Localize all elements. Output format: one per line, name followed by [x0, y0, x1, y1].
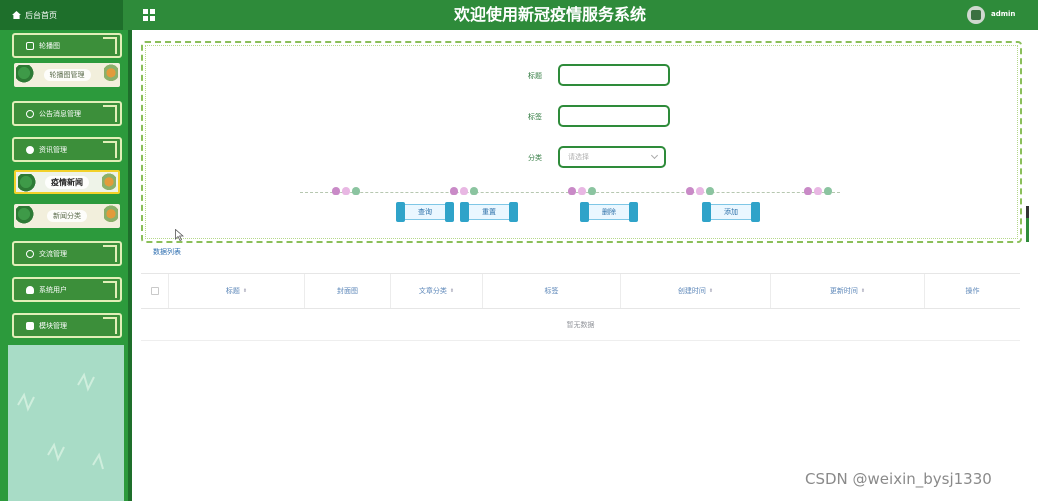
sidebar-decoration — [8, 345, 124, 501]
delete-button[interactable]: 删除 — [580, 202, 638, 222]
sort-icon: ⬍ — [242, 288, 248, 294]
app-title: 欢迎使用新冠疫情服务系统 — [453, 5, 646, 24]
sidebar-item-label: 轮播图管理 — [43, 69, 91, 81]
title-input[interactable] — [558, 64, 670, 86]
select-all-cell — [141, 274, 169, 308]
sidebar-group-news[interactable]: 资讯管理 — [12, 137, 122, 162]
sidebar-group-label: 轮播图 — [39, 41, 60, 50]
column-header-tag: 标签 — [483, 274, 621, 308]
sort-icon: ⬍ — [708, 288, 714, 294]
chevron-down-icon — [650, 151, 659, 160]
data-table: 标题 ⬍ 封面图 文章分类 ⬍ 标签 创建时间 ⬍ 更新时间 ⬍ 操作 暂无数据 — [141, 273, 1020, 341]
tag-input[interactable] — [558, 105, 670, 127]
sidebar-item-label: 新闻分类 — [47, 210, 87, 222]
category-placeholder: 请选择 — [568, 153, 589, 161]
flower-decoration — [328, 186, 368, 196]
sidebar-divider — [128, 30, 132, 501]
table-header: 标题 ⬍ 封面图 文章分类 ⬍ 标签 创建时间 ⬍ 更新时间 ⬍ 操作 — [141, 273, 1020, 309]
sidebar-group-label: 资讯管理 — [39, 145, 67, 154]
delete-button-label: 删除 — [589, 204, 629, 220]
bell-icon — [26, 109, 34, 118]
sidebar-group-exchange[interactable]: 交流管理 — [12, 241, 122, 266]
sidebar-item-carousel-manage[interactable]: 轮播图管理 — [14, 63, 120, 87]
column-header-category[interactable]: 文章分类 ⬍ — [391, 274, 483, 308]
add-button-label: 添加 — [711, 204, 751, 220]
chat-icon — [26, 249, 34, 258]
title-label: 标题 — [528, 72, 542, 80]
sidebar-item-epidemic-news[interactable]: 疫情新闻 — [14, 170, 120, 194]
sidebar-group-system-user[interactable]: 系统用户 — [12, 277, 122, 302]
column-header-actions: 操作 — [965, 287, 980, 295]
category-select[interactable]: 请选择 — [558, 146, 666, 168]
search-button-label: 查询 — [405, 204, 445, 220]
sidebar-item-news-category[interactable]: 新闻分类 — [14, 204, 120, 228]
sidebar-item-label: 疫情新闻 — [45, 175, 89, 189]
column-header-updated[interactable]: 更新时间 ⬍ — [771, 274, 925, 308]
sidebar-group-label: 模块管理 — [39, 321, 67, 330]
reset-button-label: 重置 — [469, 204, 509, 220]
column-header-title[interactable]: 标题 ⬍ — [169, 274, 305, 308]
flower-decoration — [564, 186, 604, 196]
module-icon — [26, 321, 34, 330]
top-header: 后台首页 欢迎使用新冠疫情服务系统 admin — [0, 0, 1038, 30]
sort-icon: ⬍ — [449, 288, 455, 294]
image-icon — [26, 41, 34, 50]
watermark: CSDN @weixin_bysj1330 — [805, 470, 992, 488]
mouse-cursor-icon — [175, 229, 184, 241]
tag-label: 标签 — [528, 113, 542, 121]
sidebar-group-label: 公告消息管理 — [39, 109, 81, 118]
flower-decoration — [446, 186, 486, 196]
sidebar-group-label: 系统用户 — [39, 285, 67, 294]
data-list-title: 数据列表 — [153, 248, 181, 256]
reset-button[interactable]: 重置 — [460, 202, 518, 222]
search-button[interactable]: 查询 — [396, 202, 454, 222]
sidebar-group-carousel[interactable]: 轮播图 — [12, 33, 122, 58]
sort-icon: ⬍ — [860, 288, 866, 294]
home-tab-label: 后台首页 — [25, 10, 57, 20]
menu-toggle-icon[interactable] — [143, 9, 155, 21]
category-label: 分类 — [528, 154, 542, 162]
table-empty-text: 暂无数据 — [141, 309, 1020, 341]
add-button[interactable]: 添加 — [702, 202, 760, 222]
user-avatar[interactable] — [967, 6, 985, 24]
sidebar-group-module[interactable]: 模块管理 — [12, 313, 122, 338]
user-name[interactable]: admin — [991, 10, 1015, 18]
sidebar-group-label: 交流管理 — [39, 249, 67, 258]
home-tab[interactable]: 后台首页 — [0, 0, 123, 30]
location-icon — [26, 145, 34, 154]
column-header-created[interactable]: 创建时间 ⬍ — [621, 274, 771, 308]
home-icon — [12, 11, 21, 19]
column-header-cover: 封面图 — [305, 274, 391, 308]
select-all-checkbox[interactable] — [150, 287, 159, 295]
sidebar-group-announcement[interactable]: 公告消息管理 — [12, 101, 122, 126]
flower-decoration — [800, 186, 840, 196]
user-icon — [26, 285, 34, 294]
flower-decoration — [682, 186, 722, 196]
